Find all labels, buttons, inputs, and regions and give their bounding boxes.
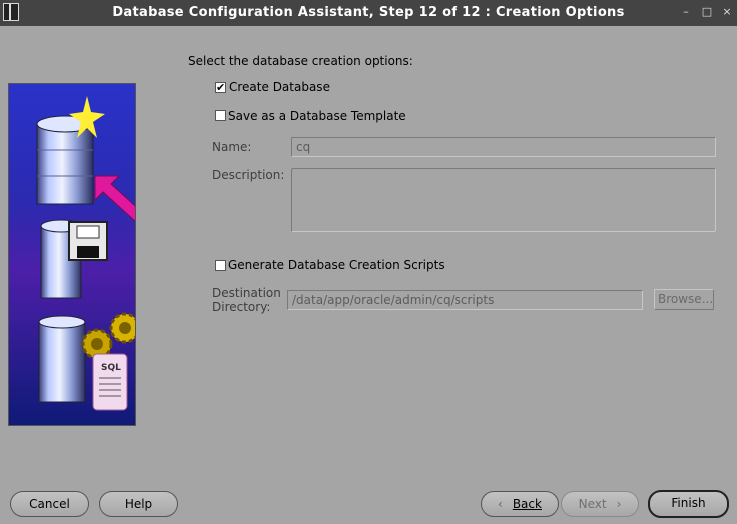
- directory-label: Directory:: [212, 300, 271, 314]
- chevron-right-icon: ›: [616, 497, 622, 511]
- help-button[interactable]: Help: [99, 491, 178, 517]
- destination-directory-field[interactable]: /data/app/oracle/admin/cq/scripts: [287, 290, 643, 310]
- wizard-illustration: SQL: [8, 83, 145, 426]
- save-template-label[interactable]: Save as a Database Template: [228, 109, 406, 123]
- close-icon[interactable]: ×: [720, 5, 734, 19]
- title-bar[interactable]: Database Configuration Assistant, Step 1…: [0, 0, 737, 26]
- description-label: Description:: [212, 168, 285, 182]
- arrow-icon: [94, 175, 145, 223]
- chevron-left-icon: ‹: [498, 497, 503, 511]
- destination-label: Destination: [212, 286, 281, 300]
- floppy-disk-icon: [68, 221, 108, 261]
- next-label: Next: [578, 497, 607, 511]
- create-database-checkbox[interactable]: ✔: [215, 82, 226, 93]
- database-cylinder-icon: [38, 315, 86, 403]
- back-label: Back: [512, 497, 542, 511]
- generate-scripts-label[interactable]: Generate Database Creation Scripts: [228, 258, 445, 272]
- sql-text: SQL: [101, 363, 121, 373]
- database-illustration-graphic: SQL: [36, 96, 145, 411]
- next-button[interactable]: Next ›: [561, 491, 639, 517]
- finish-button[interactable]: Finish: [648, 490, 729, 518]
- name-label: Name:: [212, 140, 252, 154]
- create-database-label[interactable]: Create Database: [229, 80, 330, 94]
- minimize-icon[interactable]: –: [679, 5, 693, 19]
- name-field[interactable]: cq: [291, 137, 716, 157]
- browse-button[interactable]: Browse...: [654, 289, 714, 310]
- back-button[interactable]: ‹ Back: [481, 491, 559, 517]
- form-heading: Select the database creation options:: [188, 54, 413, 68]
- generate-scripts-checkbox[interactable]: [215, 260, 226, 271]
- save-template-checkbox[interactable]: [215, 110, 226, 121]
- sql-script-icon: SQL: [92, 353, 128, 411]
- description-field[interactable]: [291, 168, 716, 232]
- maximize-icon[interactable]: □: [700, 5, 714, 19]
- gear-icon: [81, 312, 141, 360]
- cancel-button[interactable]: Cancel: [10, 491, 89, 517]
- window-title: Database Configuration Assistant, Step 1…: [112, 5, 625, 20]
